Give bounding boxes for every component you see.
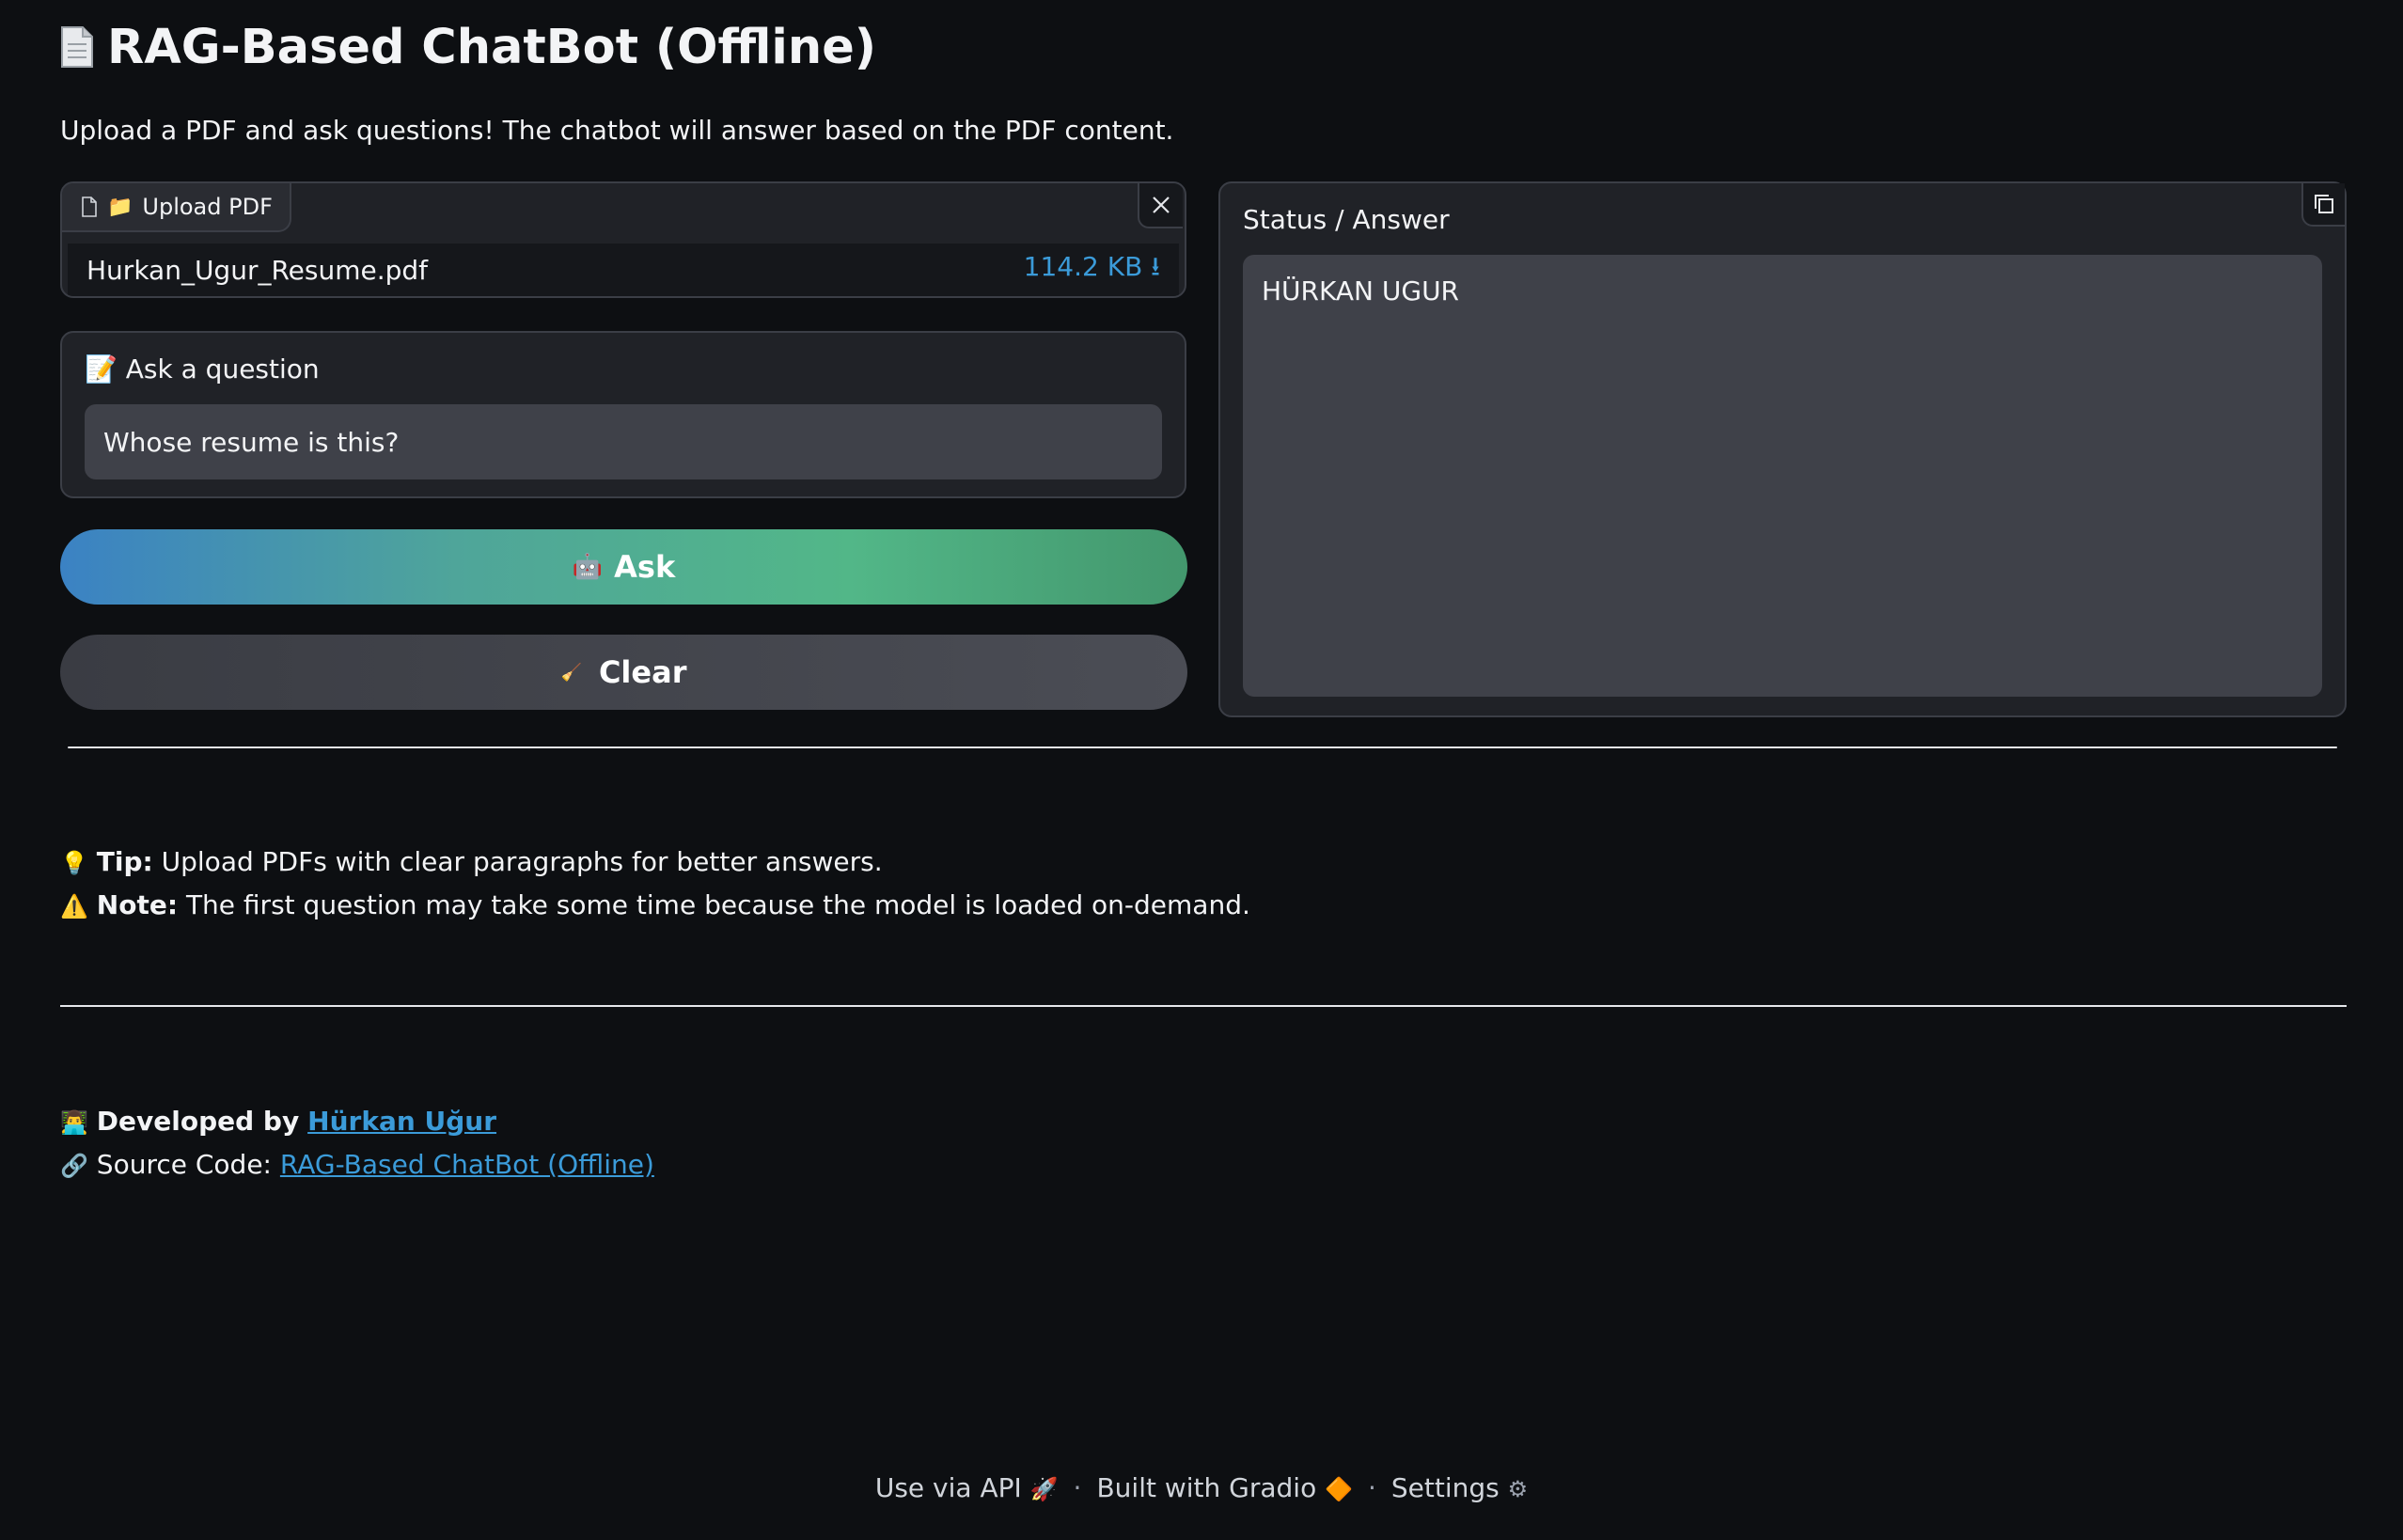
built-with-gradio-label: Built with Gradio [1096,1472,1317,1503]
use-via-api-link[interactable]: Use via API 🚀 [875,1472,1059,1503]
status-answer-panel: Status / Answer HÜRKAN UGUR [1218,181,2347,717]
note-text: The first question may take some time be… [178,889,1250,920]
upload-label: 📁 Upload PDF [62,183,291,232]
ask-button[interactable]: 🤖 Ask [60,529,1187,605]
uploaded-file-row: Hurkan_Ugur_Resume.pdf 114.2 KB ⭳ [68,244,1179,296]
folder-icon: 📁 [107,195,134,219]
close-icon [1153,196,1170,213]
footer-separator: · [1073,1472,1082,1503]
remove-file-button[interactable] [1138,183,1183,228]
warning-icon: ⚠️ [60,893,88,919]
source-code-credit: 🔗 Source Code: RAG-Based ChatBot (Offlin… [60,1147,654,1184]
page-title: RAG-Based ChatBot (Offline) [60,17,876,79]
robot-icon: 🤖 [572,553,604,581]
ask-button-label: Ask [614,549,676,585]
note-line: ⚠️ Note: The first question may take som… [60,888,1250,924]
tip-text: Upload PDFs with clear paragraphs for be… [152,846,883,877]
tip-line: 💡 Tip: Upload PDFs with clear paragraphs… [60,844,883,881]
note-label: Note: [96,889,179,920]
clear-button-label: Clear [598,654,687,690]
file-download-link[interactable]: 114.2 KB ⭳ [1024,247,1160,292]
developer-credit: 👨‍💻 Developed by Hürkan Uğur [60,1104,496,1140]
question-input[interactable] [85,404,1162,479]
file-icon [82,196,97,217]
question-label: 📝 Ask a question [85,354,320,385]
developer-prefix: Developed by [96,1106,300,1137]
page-facing-up-icon [61,26,93,68]
settings-label: Settings [1390,1472,1500,1503]
broom-icon: 🧹 [560,662,582,683]
developer-link[interactable]: Hürkan Uğur [307,1106,496,1137]
question-block: 📝 Ask a question [60,331,1186,498]
divider [60,1005,2347,1007]
copy-icon [2315,195,2333,213]
source-code-link[interactable]: RAG-Based ChatBot (Offline) [280,1149,654,1180]
settings-link[interactable]: Settings ⚙ [1391,1472,1528,1503]
rocket-icon: 🚀 [1029,1476,1059,1502]
built-with-gradio-link[interactable]: Built with Gradio 🔶 [1096,1472,1353,1503]
copy-button[interactable] [2301,183,2345,227]
pdf-upload[interactable]: 📁 Upload PDF Hurkan_Ugur_Resume.pdf 114.… [60,181,1186,298]
clear-button[interactable]: 🧹 Clear [60,635,1187,710]
use-via-api-label: Use via API [874,1472,1022,1503]
footer-separator: · [1368,1472,1376,1503]
answer-textbox[interactable]: HÜRKAN UGUR [1243,255,2322,697]
page-title-text: RAG-Based ChatBot (Offline) [107,20,877,75]
file-name: Hurkan_Ugur_Resume.pdf [86,254,429,286]
light-bulb-icon: 💡 [60,850,88,876]
page-subtitle: Upload a PDF and ask questions! The chat… [60,115,1174,146]
technologist-icon: 👨‍💻 [60,1109,88,1136]
footer: Use via API 🚀 · Built with Gradio 🔶 · Se… [0,1472,2403,1503]
upload-label-text: Upload PDF [142,194,273,220]
status-label: Status / Answer [1243,204,1450,235]
divider [68,746,2337,748]
tip-label: Tip: [96,846,153,877]
gradio-logo-icon: 🔶 [1325,1476,1353,1502]
link-icon: 🔗 [60,1153,88,1179]
source-code-prefix: Source Code: [96,1149,272,1180]
gear-icon: ⚙ [1507,1476,1529,1502]
